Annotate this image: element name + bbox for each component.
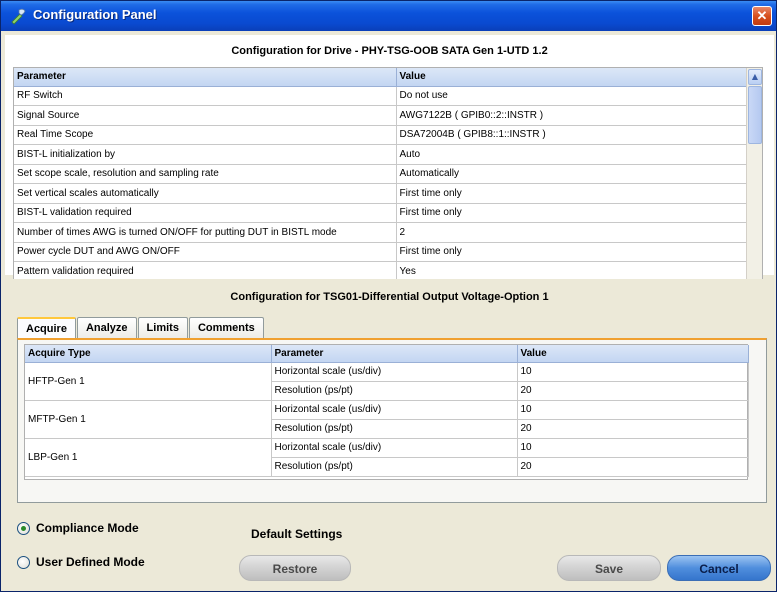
test-configuration-section: Configuration for TSG01-Differential Out…	[5, 279, 774, 591]
value-cell[interactable]: First time only	[396, 242, 750, 262]
tab-analyze[interactable]: Analyze	[76, 317, 137, 339]
value-cell[interactable]: First time only	[396, 183, 750, 204]
column-header-acquire-type[interactable]: Acquire Type	[25, 345, 272, 363]
drive-grid-row[interactable]: Number of times AWG is turned ON/OFF for…	[14, 222, 750, 243]
value-cell[interactable]: 2	[396, 222, 750, 243]
drive-grid-row[interactable]: BIST-L initialization by Auto	[14, 144, 750, 165]
drive-parameter-grid[interactable]: Parameter Value RF Switch Do not use Signa…	[13, 67, 763, 301]
drive-grid-row[interactable]: Power cycle DUT and AWG ON/OFF First time…	[14, 242, 750, 262]
restore-button[interactable]: Restore	[239, 555, 351, 581]
drive-grid-row[interactable]: BIST-L validation required First time onl…	[14, 203, 750, 223]
scrollbar-thumb[interactable]	[748, 86, 762, 144]
parameter-cell: Horizontal scale (us/div)	[271, 362, 518, 382]
parameter-cell: Resolution (ps/pt)	[271, 457, 518, 477]
drive-grid-row[interactable]: Signal Source AWG7122B ( GPIB0::2::INSTR …	[14, 105, 750, 126]
save-button[interactable]: Save	[557, 555, 661, 581]
acquire-type-cell: HFTP-Gen 1	[25, 362, 272, 401]
parameter-cell: Real Time Scope	[14, 125, 397, 145]
radio-checked-icon	[17, 521, 30, 535]
parameter-cell: Set scope scale, resolution and sampling…	[14, 164, 397, 184]
parameter-cell: BIST-L validation required	[14, 203, 397, 223]
value-cell[interactable]: 20	[517, 457, 749, 477]
value-cell[interactable]: AWG7122B ( GPIB0::2::INSTR )	[396, 105, 750, 126]
parameter-cell: Horizontal scale (us/div)	[271, 400, 518, 420]
acquire-grid-header-row: Acquire Type Parameter Value	[25, 345, 749, 363]
value-cell[interactable]: 10	[517, 362, 749, 382]
user-defined-mode-label: User Defined Mode	[36, 555, 145, 569]
configuration-panel-window: Configuration Panel ✕ Configuration for …	[0, 0, 777, 592]
drive-grid-scrollbar[interactable]: ▲ ▼	[746, 68, 762, 300]
parameter-cell: Signal Source	[14, 105, 397, 126]
value-cell[interactable]: Do not use	[396, 86, 750, 106]
parameter-cell: Horizontal scale (us/div)	[271, 438, 518, 458]
default-settings-label: Default Settings	[251, 527, 343, 541]
parameter-cell: RF Switch	[14, 86, 397, 106]
parameter-cell: Set vertical scales automatically	[14, 183, 397, 204]
column-header-value[interactable]: Value	[517, 345, 749, 363]
acquire-grid-row[interactable]: MFTP-Gen 1 Horizontal scale (us/div) 10	[25, 400, 749, 439]
value-cell[interactable]: 10	[517, 438, 749, 458]
column-header-value[interactable]: Value	[396, 68, 750, 87]
cancel-button[interactable]: Cancel	[667, 555, 771, 581]
parameter-cell: Power cycle DUT and AWG ON/OFF	[14, 242, 397, 262]
drive-grid-header-row: Parameter Value	[14, 68, 750, 87]
value-cell[interactable]: 10	[517, 400, 749, 420]
drive-configuration-section: Configuration for Drive - PHY-TSG-OOB SA…	[5, 35, 774, 301]
column-header-parameter[interactable]: Parameter	[271, 345, 518, 363]
drive-grid-row[interactable]: Set vertical scales automatically First t…	[14, 183, 750, 204]
tool-icon	[11, 8, 26, 25]
tab-limits[interactable]: Limits	[137, 317, 188, 339]
value-cell[interactable]: 20	[517, 419, 749, 439]
parameter-cell: Resolution (ps/pt)	[271, 419, 518, 439]
acquire-grid-row[interactable]: HFTP-Gen 1 Horizontal scale (us/div) 10	[25, 362, 749, 401]
value-cell[interactable]: Auto	[396, 144, 750, 165]
compliance-mode-label: Compliance Mode	[36, 521, 139, 535]
value-cell[interactable]: DSA72004B ( GPIB8::1::INSTR )	[396, 125, 750, 145]
close-button[interactable]: ✕	[752, 6, 772, 26]
tab-strip: Acquire Analyze Limits Comments	[17, 317, 265, 340]
column-header-parameter[interactable]: Parameter	[14, 68, 397, 87]
title-bar: Configuration Panel ✕	[1, 1, 776, 31]
value-cell[interactable]: 20	[517, 381, 749, 401]
drive-config-heading: Configuration for Drive - PHY-TSG-OOB SA…	[231, 45, 548, 57]
drive-grid-row[interactable]: RF Switch Do not use	[14, 86, 750, 106]
radio-unchecked-icon	[17, 555, 30, 569]
parameter-cell: BIST-L initialization by	[14, 144, 397, 165]
drive-grid-row[interactable]: Real Time Scope DSA72004B ( GPIB8::1::INS…	[14, 125, 750, 145]
acquire-type-cell: MFTP-Gen 1	[25, 400, 272, 439]
acquire-grid[interactable]: Acquire Type Parameter Value HFTP-Gen 1H…	[24, 344, 749, 480]
test-config-heading: Configuration for TSG01-Differential Out…	[230, 291, 549, 303]
user-defined-mode-radio[interactable]: User Defined Mode	[17, 555, 145, 569]
parameter-cell: Number of times AWG is turned ON/OFF for…	[14, 222, 397, 243]
acquire-grid-row[interactable]: LBP-Gen 1 Horizontal scale (us/div) 10	[25, 438, 749, 477]
window-title: Configuration Panel	[33, 7, 157, 22]
drive-grid-row[interactable]: Set scope scale, resolution and sampling…	[14, 164, 750, 184]
parameter-cell: Resolution (ps/pt)	[271, 381, 518, 401]
acquire-type-cell: LBP-Gen 1	[25, 438, 272, 477]
scroll-up-arrow-icon[interactable]: ▲	[748, 69, 762, 85]
compliance-mode-radio[interactable]: Compliance Mode	[17, 521, 139, 535]
tab-comments[interactable]: Comments	[188, 317, 264, 339]
tab-acquire[interactable]: Acquire	[17, 317, 76, 340]
value-cell[interactable]: First time only	[396, 203, 750, 223]
acquire-tab-panel: Acquire Type Parameter Value HFTP-Gen 1H…	[17, 338, 767, 503]
value-cell[interactable]: Automatically	[396, 164, 750, 184]
